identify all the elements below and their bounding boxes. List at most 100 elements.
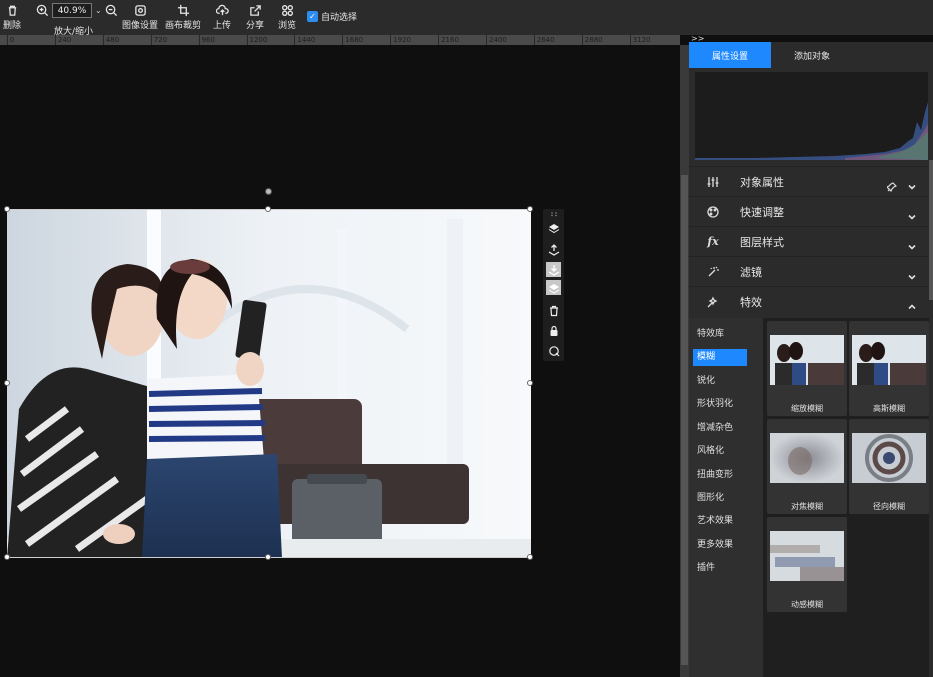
- category-item[interactable]: 锐化: [697, 373, 715, 390]
- ruler-tick-label: 3120: [629, 35, 651, 45]
- share-button[interactable]: 分享: [246, 2, 264, 32]
- drag-grip-icon[interactable]: [546, 210, 561, 218]
- trash-icon: [4, 2, 20, 18]
- ruler-tick-label: 720: [150, 35, 167, 45]
- upload-button[interactable]: 上传: [213, 2, 231, 32]
- effect-card-motion-blur[interactable]: 动感模糊: [767, 517, 847, 612]
- resize-handle[interactable]: [4, 380, 10, 386]
- canvas-vertical-scrollbar[interactable]: [680, 45, 689, 677]
- image-settings-label: 图像设置: [122, 21, 159, 31]
- section-label: 特效: [740, 295, 762, 309]
- category-item[interactable]: 特效库: [697, 326, 724, 343]
- category-item[interactable]: 插件: [697, 560, 715, 577]
- chevron-down-icon[interactable]: [907, 237, 917, 250]
- category-item[interactable]: 艺术效果: [697, 513, 733, 530]
- effects-wand-icon: [706, 295, 720, 309]
- effect-thumbnail: [770, 335, 844, 385]
- canvas-crop-button[interactable]: 画布裁剪: [165, 2, 201, 32]
- effect-card-zoom-blur[interactable]: 缩放模糊: [767, 321, 847, 416]
- resize-handle[interactable]: [265, 206, 271, 212]
- category-item[interactable]: 形状羽化: [697, 396, 733, 413]
- ruler-tick-label: 2160: [438, 35, 459, 45]
- image-settings-button[interactable]: 图像设置: [122, 2, 158, 32]
- rotate-handle[interactable]: [265, 188, 272, 195]
- panel-scrollbar[interactable]: [929, 160, 933, 300]
- tab-properties[interactable]: 属性设置: [689, 42, 771, 68]
- ruler-tick-label: 2880: [581, 35, 603, 45]
- browse-button[interactable]: 浏览: [278, 2, 296, 32]
- scrollbar-thumb[interactable]: [681, 175, 688, 665]
- cloud-upload-icon: [214, 2, 230, 18]
- chevron-down-icon[interactable]: [907, 207, 917, 220]
- ruler-tick-label: 1680: [342, 35, 363, 45]
- canvas-photo[interactable]: [7, 209, 531, 558]
- section-object-properties[interactable]: 对象属性: [689, 166, 929, 196]
- chevron-down-icon[interactable]: [907, 267, 917, 280]
- canvas-crop-label: 画布裁剪: [165, 21, 202, 31]
- bring-forward-icon[interactable]: [546, 242, 561, 257]
- crop-icon: [175, 2, 191, 18]
- resize-handle[interactable]: [527, 554, 533, 560]
- chevron-up-icon[interactable]: [907, 297, 917, 309]
- effect-label: 高斯模糊: [873, 404, 905, 413]
- tab-add-object[interactable]: 添加对象: [771, 42, 853, 68]
- top-toolbar: 删除 40.9% ⌄ 放大/缩小 图像设置 画布裁剪 上传 分享 浏览 ✓ 自动…: [0, 0, 933, 37]
- category-item[interactable]: 图形化: [697, 490, 724, 507]
- section-effects[interactable]: 特效: [689, 286, 929, 316]
- zoom-out-icon[interactable]: [105, 4, 118, 17]
- resize-handle[interactable]: [4, 206, 10, 212]
- magic-wand-icon: [706, 265, 720, 279]
- section-label: 快速调整: [740, 205, 784, 219]
- effect-label: 对焦模糊: [791, 502, 823, 511]
- delete-button[interactable]: 删除: [3, 2, 21, 32]
- share-label: 分享: [246, 21, 265, 31]
- category-item[interactable]: 风格化: [697, 443, 724, 460]
- effect-thumbnail: [770, 433, 844, 483]
- pin-icon[interactable]: [885, 177, 898, 192]
- effects-grid: 缩放模糊 高斯模糊 对焦模糊 径向模糊 动感模糊: [763, 318, 929, 677]
- category-item[interactable]: 扭曲变形: [697, 467, 733, 484]
- zoom-control: 40.9% ⌄: [36, 3, 118, 18]
- delete-object-icon[interactable]: [546, 303, 561, 318]
- effect-label: 动感模糊: [791, 600, 823, 609]
- ruler-tick-label: 2640: [533, 35, 555, 45]
- lock-icon[interactable]: [546, 323, 561, 338]
- effect-card-radial-blur[interactable]: 径向模糊: [849, 419, 929, 514]
- auto-select-label: 自动选择: [321, 13, 358, 23]
- effect-card-gaussian-blur[interactable]: 高斯模糊: [849, 321, 929, 416]
- resize-handle[interactable]: [265, 554, 271, 560]
- section-layer-style[interactable]: fx 图层样式: [689, 226, 929, 256]
- zoom-dropdown-icon[interactable]: ⌄: [95, 6, 102, 15]
- image-settings-icon: [132, 2, 148, 18]
- zoom-in-icon[interactable]: [36, 4, 49, 17]
- properties-panel: 属性设置 添加对象 对象属性 快速调整 fx 图层样式 滤镜 特效 特效库 模糊: [689, 42, 933, 677]
- section-label: 滤镜: [740, 265, 762, 279]
- chevron-down-icon[interactable]: [907, 177, 917, 190]
- send-backward-icon[interactable]: [546, 262, 561, 277]
- section-filters[interactable]: 滤镜: [689, 256, 929, 286]
- sliders-icon: [706, 175, 720, 189]
- browse-label: 浏览: [278, 21, 297, 31]
- category-item[interactable]: 增减杂色: [697, 420, 733, 437]
- auto-select-checkbox[interactable]: ✓: [307, 11, 318, 22]
- effect-thumbnail: [852, 335, 926, 385]
- delete-label: 删除: [3, 21, 22, 31]
- ruler-tick-label: 1200: [246, 35, 267, 45]
- resize-handle[interactable]: [527, 380, 533, 386]
- reset-rotate-icon[interactable]: [546, 343, 561, 358]
- effect-card-focus-blur[interactable]: 对焦模糊: [767, 419, 847, 514]
- category-item[interactable]: 更多效果: [697, 537, 733, 554]
- resize-handle[interactable]: [4, 554, 10, 560]
- effect-thumbnail: [770, 531, 844, 581]
- send-to-back-icon[interactable]: [546, 280, 561, 295]
- resize-handle[interactable]: [527, 206, 533, 212]
- section-label: 图层样式: [740, 235, 784, 249]
- zoom-input[interactable]: 40.9%: [52, 3, 92, 18]
- horizontal-ruler: 0 240 480 720 960 1200 1440 1680 1920 2160 2400 264…: [0, 35, 680, 45]
- ruler-tick-label: 2400: [486, 35, 507, 45]
- layers-icon[interactable]: [546, 221, 561, 236]
- section-quick-adjust[interactable]: 快速调整: [689, 196, 929, 226]
- auto-select-toggle[interactable]: ✓ 自动选择: [307, 10, 357, 23]
- effect-category-list: 特效库 模糊 锐化 形状羽化 增减杂色 风格化 扭曲变形 图形化 艺术效果 更多…: [689, 318, 763, 677]
- category-item-selected[interactable]: 模糊: [693, 349, 747, 366]
